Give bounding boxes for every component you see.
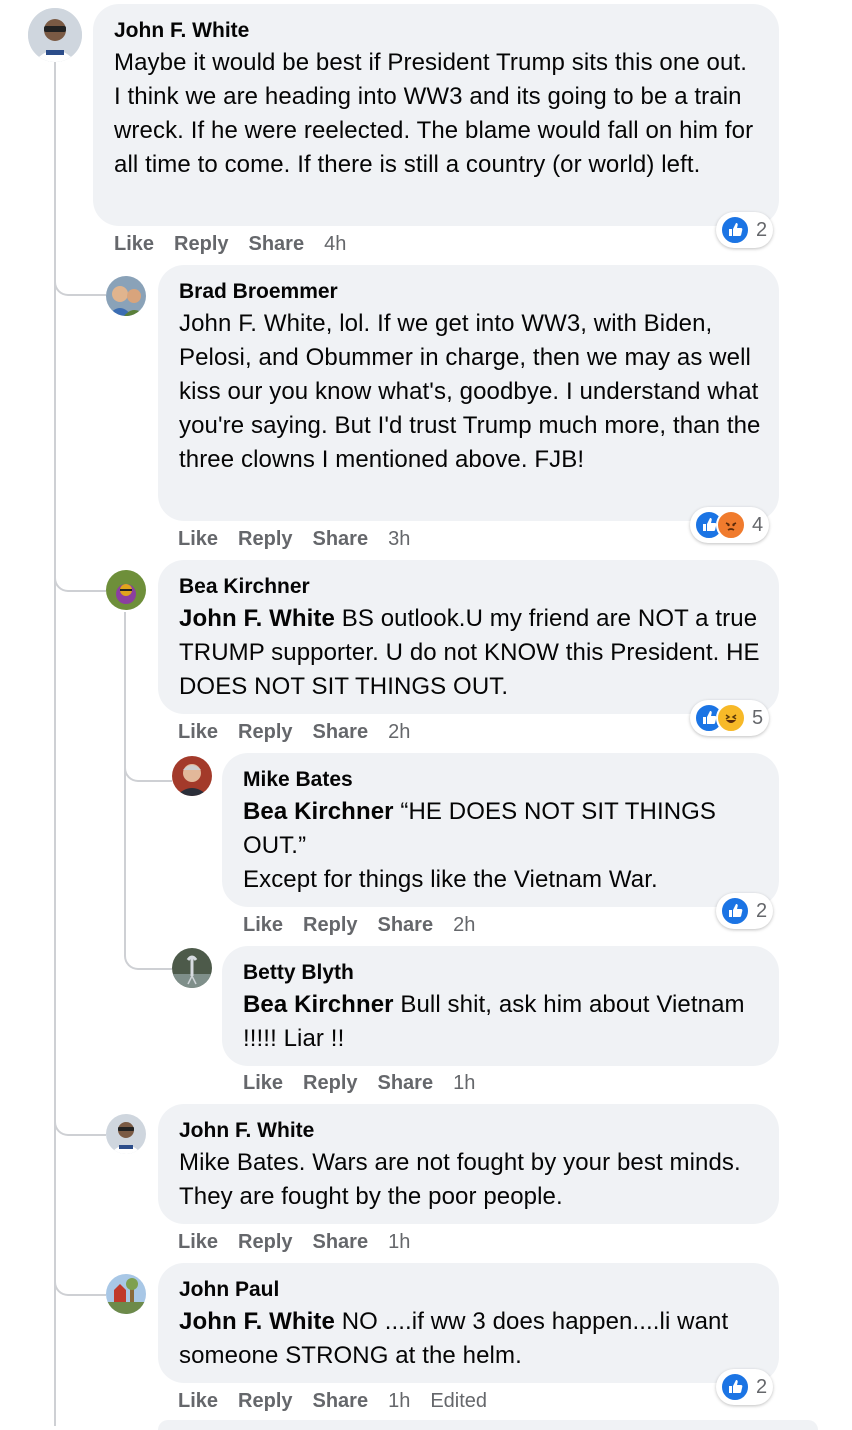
share-button[interactable]: Share bbox=[378, 912, 434, 938]
comment-author[interactable]: Bea Kirchner bbox=[179, 574, 761, 600]
reaction-summary[interactable]: 5 bbox=[690, 700, 770, 736]
comment-timestamp[interactable]: 3h bbox=[388, 526, 410, 552]
comment-bubble: Betty Blyth Bea Kirchner Bull shit, ask … bbox=[222, 946, 779, 1066]
comment-text: Bea Kirchner “HE DOES NOT SIT THINGS OUT… bbox=[243, 795, 761, 897]
reaction-count: 2 bbox=[756, 218, 768, 241]
like-button[interactable]: Like bbox=[178, 1229, 218, 1255]
thread-line-main bbox=[54, 62, 56, 1426]
comment-text: John F. White BS outlook.U my friend are… bbox=[179, 602, 761, 704]
share-button[interactable]: Share bbox=[313, 526, 369, 552]
thread-connector bbox=[124, 780, 172, 970]
avatar[interactable] bbox=[172, 948, 212, 988]
avatar[interactable] bbox=[28, 8, 82, 62]
like-reaction-icon bbox=[720, 1372, 750, 1402]
comment-actions: Like Reply Share 3h bbox=[178, 526, 430, 552]
share-button[interactable]: Share bbox=[378, 1070, 434, 1096]
comment-bubble: John F. White Mike Bates. Wars are not f… bbox=[158, 1104, 779, 1224]
mention-link[interactable]: John F. White bbox=[179, 605, 335, 632]
like-button[interactable]: Like bbox=[114, 231, 154, 257]
comment-timestamp[interactable]: 2h bbox=[453, 912, 475, 938]
thread-connector bbox=[54, 1108, 106, 1136]
mention-link[interactable]: Bea Kirchner bbox=[243, 798, 394, 825]
share-button[interactable]: Share bbox=[313, 1229, 369, 1255]
thread-connector bbox=[124, 756, 172, 782]
comment-author[interactable]: Mike Bates bbox=[243, 767, 761, 793]
reply-button[interactable]: Reply bbox=[238, 1388, 292, 1414]
comment-actions: Like Reply Share 1h Edited bbox=[178, 1388, 507, 1414]
comment-timestamp[interactable]: 1h bbox=[388, 1388, 410, 1414]
comment-text: John F. White, lol. If we get into WW3, … bbox=[179, 310, 768, 473]
reaction-count: 5 bbox=[752, 706, 764, 729]
reply-button[interactable]: Reply bbox=[238, 719, 292, 745]
comment-actions: Like Reply Share 4h bbox=[114, 231, 366, 257]
like-reaction-icon bbox=[720, 896, 750, 926]
comment-timestamp[interactable]: 2h bbox=[388, 719, 410, 745]
reaction-count: 2 bbox=[756, 1375, 768, 1398]
reply-button[interactable]: Reply bbox=[238, 1229, 292, 1255]
mention-link[interactable]: Bea Kirchner bbox=[243, 991, 394, 1018]
share-button[interactable]: Share bbox=[249, 231, 305, 257]
comment-bubble: John F. White Maybe it would be best if … bbox=[93, 4, 779, 226]
comment-timestamp[interactable]: 1h bbox=[453, 1070, 475, 1096]
reaction-count: 4 bbox=[752, 513, 764, 536]
comment-text: Maybe it would be best if President Trum… bbox=[114, 49, 760, 178]
like-button[interactable]: Like bbox=[178, 526, 218, 552]
like-button[interactable]: Like bbox=[243, 912, 283, 938]
comment-author[interactable]: John F. White bbox=[114, 18, 759, 44]
thread-connector bbox=[54, 1268, 106, 1296]
avatar[interactable] bbox=[106, 276, 146, 316]
comment-text: Mike Bates. Wars are not fought by your … bbox=[179, 1149, 748, 1210]
comment-bubble: Mike Bates Bea Kirchner “HE DOES NOT SIT… bbox=[222, 753, 779, 907]
avatar[interactable] bbox=[106, 1274, 146, 1314]
comment-timestamp[interactable]: 4h bbox=[324, 231, 346, 257]
share-button[interactable]: Share bbox=[313, 719, 369, 745]
thread-connector bbox=[54, 268, 106, 296]
share-button[interactable]: Share bbox=[313, 1388, 369, 1414]
comment-text: John F. White NO ....if ww 3 does happen… bbox=[179, 1305, 761, 1373]
reaction-summary[interactable]: 4 bbox=[690, 507, 770, 543]
angry-reaction-icon bbox=[716, 510, 746, 540]
like-button[interactable]: Like bbox=[178, 1388, 218, 1414]
comment-actions: Like Reply Share 1h bbox=[178, 1229, 430, 1255]
avatar[interactable] bbox=[172, 756, 212, 796]
edited-label[interactable]: Edited bbox=[430, 1388, 487, 1414]
like-reaction-icon bbox=[720, 215, 750, 245]
reaction-count: 2 bbox=[756, 899, 768, 922]
comment-bubble: Bea Kirchner John F. White BS outlook.U … bbox=[158, 560, 779, 714]
thread-connector bbox=[54, 564, 106, 592]
like-button[interactable]: Like bbox=[243, 1070, 283, 1096]
mention-link[interactable]: John F. White bbox=[179, 1308, 335, 1335]
reply-button[interactable]: Reply bbox=[238, 526, 292, 552]
comment-author[interactable]: Betty Blyth bbox=[243, 960, 761, 986]
comment-author[interactable]: Brad Broemmer bbox=[179, 279, 761, 305]
comment-text: Bea Kirchner Bull shit, ask him about Vi… bbox=[243, 988, 761, 1056]
reaction-summary[interactable]: 2 bbox=[716, 893, 774, 929]
comment-author[interactable]: John Paul bbox=[179, 1277, 761, 1303]
comment-author[interactable]: John F. White bbox=[179, 1118, 761, 1144]
next-comment-bubble-edge bbox=[158, 1420, 818, 1430]
comment-actions: Like Reply Share 2h bbox=[243, 912, 495, 938]
comment-timestamp[interactable]: 1h bbox=[388, 1229, 410, 1255]
avatar[interactable] bbox=[106, 570, 146, 610]
reply-button[interactable]: Reply bbox=[303, 912, 357, 938]
like-button[interactable]: Like bbox=[178, 719, 218, 745]
reaction-summary[interactable]: 2 bbox=[716, 1369, 774, 1405]
reply-button[interactable]: Reply bbox=[303, 1070, 357, 1096]
avatar[interactable] bbox=[106, 1114, 146, 1154]
reply-button[interactable]: Reply bbox=[174, 231, 228, 257]
haha-reaction-icon bbox=[716, 703, 746, 733]
comment-bubble: John Paul John F. White NO ....if ww 3 d… bbox=[158, 1263, 779, 1383]
comment-actions: Like Reply Share 1h bbox=[243, 1070, 495, 1096]
comment-actions: Like Reply Share 2h bbox=[178, 719, 430, 745]
reaction-summary[interactable]: 2 bbox=[716, 212, 774, 248]
comment-bubble: Brad Broemmer John F. White, lol. If we … bbox=[158, 265, 779, 521]
